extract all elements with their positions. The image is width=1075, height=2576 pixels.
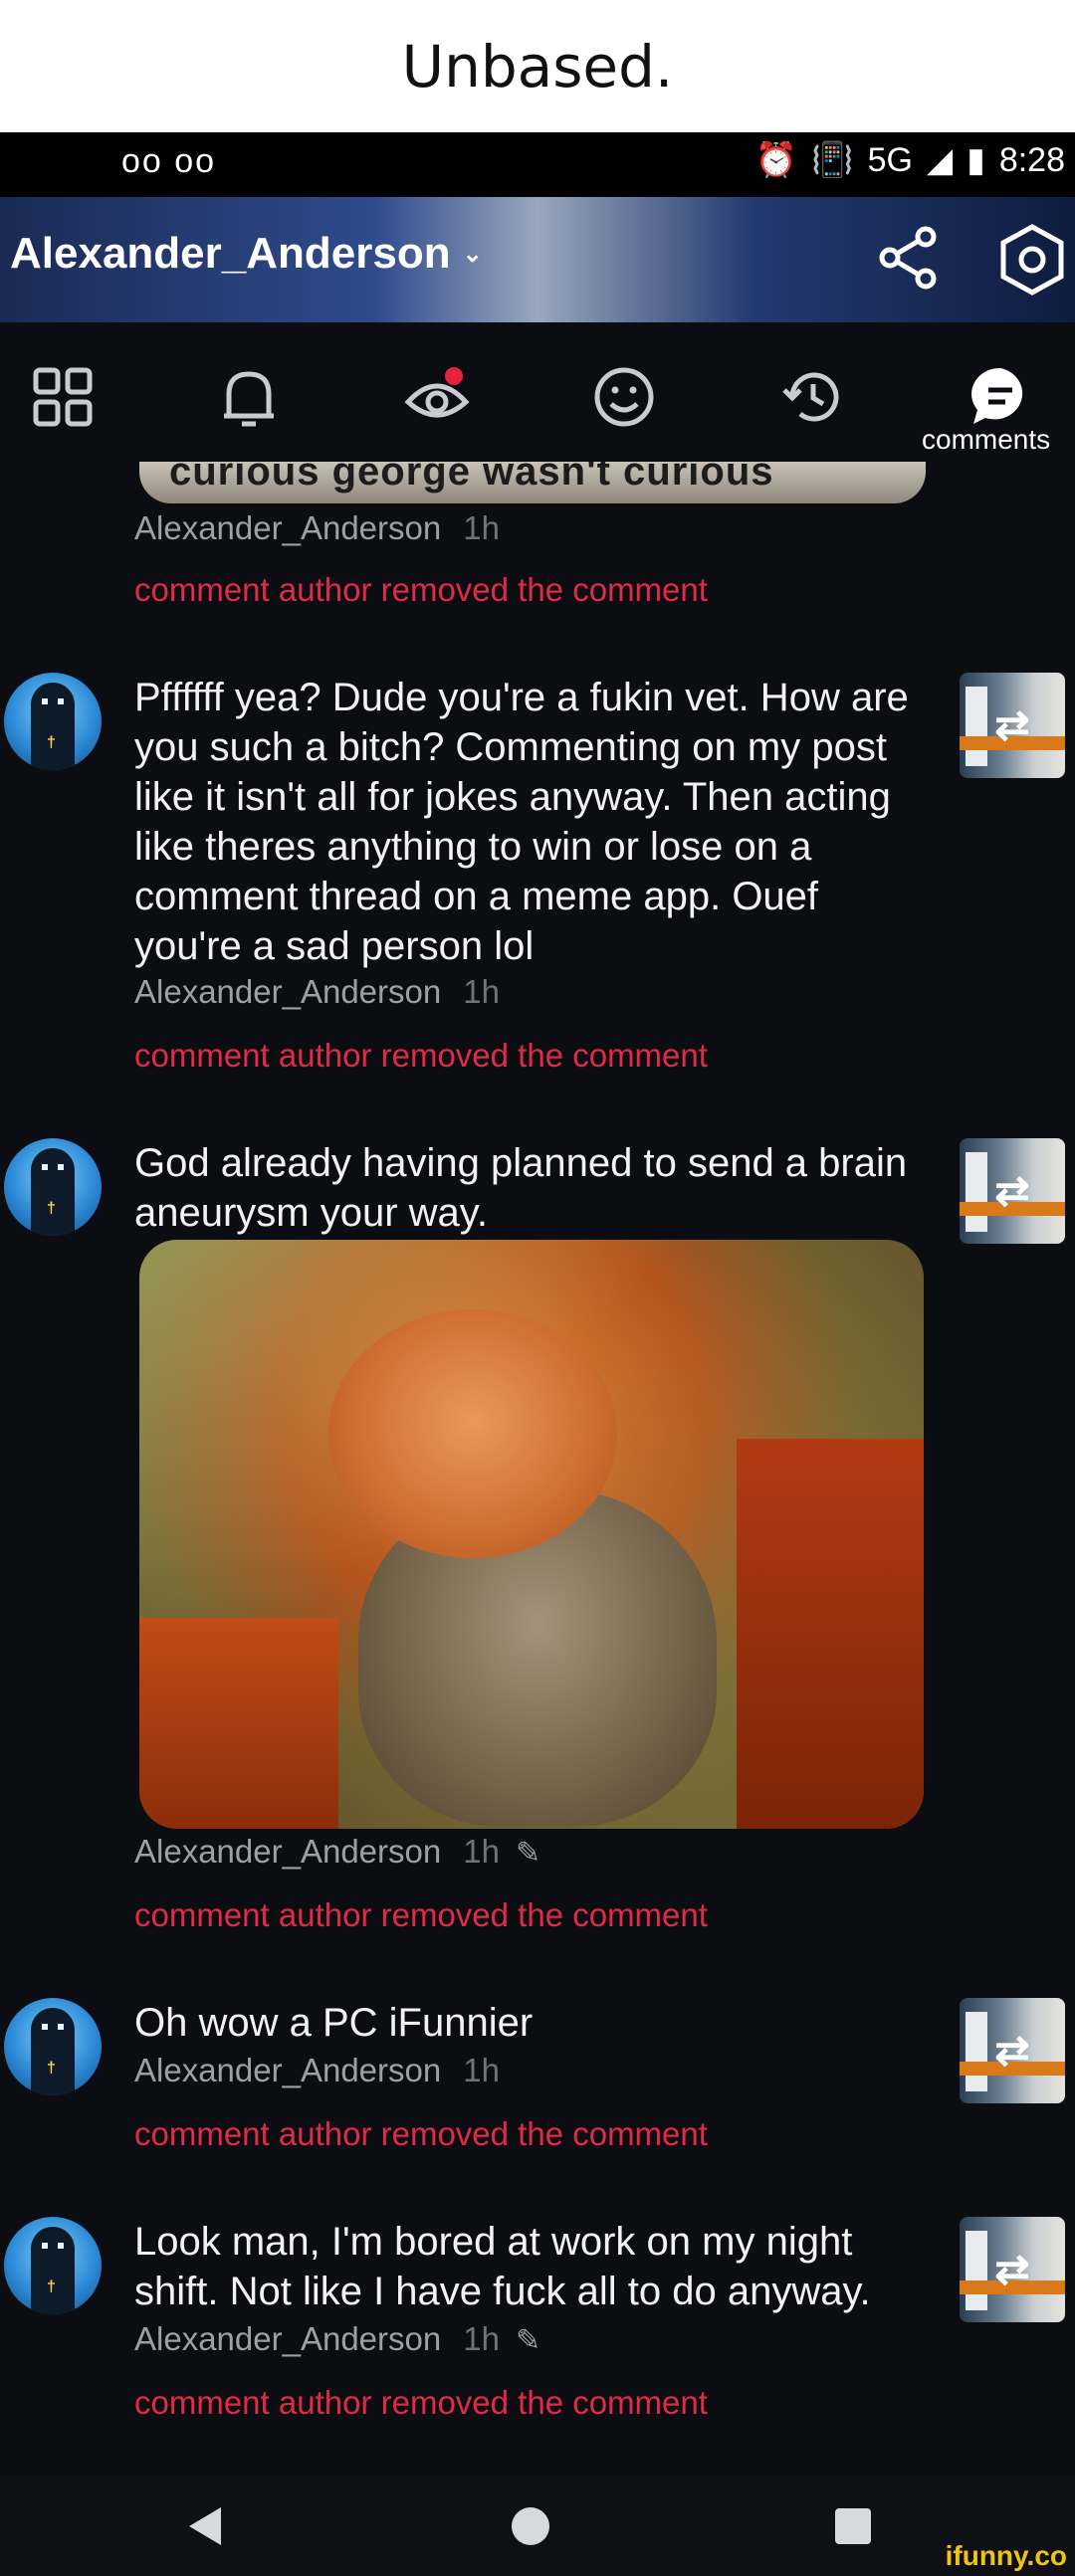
removed-notice: comment author removed the comment xyxy=(134,571,708,608)
home-icon[interactable] xyxy=(506,2501,555,2551)
image-robe xyxy=(139,1618,338,1829)
eye-icon xyxy=(404,367,470,418)
thumbnail-detail xyxy=(966,687,987,766)
avatar[interactable]: † xyxy=(4,1998,102,2095)
comment-time: 1h xyxy=(463,973,500,1010)
comment-text: Look man, I'm bored at work on my night … xyxy=(134,2220,871,2313)
avatar-eyes xyxy=(42,698,64,704)
username-dropdown[interactable]: Alexander_Anderson ⌄ xyxy=(10,229,483,279)
comment-time: 1h xyxy=(463,1833,500,1870)
comment-meta: Alexander_Anderson 1h xyxy=(134,973,500,1011)
clock-time: 8:28 xyxy=(998,140,1065,179)
comment-meta: Alexander_Anderson 1h ✎ xyxy=(134,1833,540,1871)
cross-icon: † xyxy=(47,1200,56,1217)
caption-text: Unbased. xyxy=(401,32,674,100)
repost-icon: ⇄ xyxy=(994,2027,1030,2074)
comment-meta: Alexander_Anderson 1h xyxy=(134,2052,500,2089)
status-right: ⏰ 📳 5G ◢ ▮ 8:28 xyxy=(755,140,1065,180)
ifunny-watermark: ifunny.co xyxy=(937,2536,1075,2576)
comment-time: 1h xyxy=(463,2052,500,2088)
history-icon xyxy=(782,372,839,422)
repost-icon: ⇄ xyxy=(994,701,1030,748)
edited-pencil-icon: ✎ xyxy=(515,2324,541,2357)
tab-bar: comments xyxy=(0,322,1075,462)
chevron-down-icon: ⌄ xyxy=(462,240,483,268)
username-label: Alexander_Anderson xyxy=(10,229,451,278)
avatar-eyes xyxy=(42,2024,64,2030)
grid-icon xyxy=(33,367,93,427)
meme-caption: Unbased. xyxy=(0,0,1075,132)
post-thumbnail[interactable]: ⇄ xyxy=(960,673,1065,778)
avatar-eyes xyxy=(42,2243,64,2249)
repost-icon: ⇄ xyxy=(994,2246,1030,2292)
comment-text: Oh wow a PC iFunnier xyxy=(134,2001,534,2045)
comments-list: curious george wasn't curious anymore Al… xyxy=(0,462,1075,2477)
signal-icon: ◢ xyxy=(926,141,954,179)
post-thumbnail[interactable]: ⇄ xyxy=(960,2217,1065,2322)
share-icon[interactable] xyxy=(874,223,944,293)
thumbnail-detail xyxy=(966,2012,987,2091)
alarm-icon: ⏰ xyxy=(754,141,798,179)
network-label: 5G xyxy=(867,140,913,179)
comment-text: God already having planned to send a bra… xyxy=(134,1141,908,1235)
post-thumbnail[interactable]: ⇄ xyxy=(960,1138,1065,1244)
comment-image[interactable] xyxy=(139,1240,924,1829)
cross-icon: † xyxy=(47,2060,56,2077)
comment-author[interactable]: Alexander_Anderson xyxy=(134,1833,441,1870)
comments-icon xyxy=(971,367,1023,424)
status-bar: oo oo ⏰ 📳 5G ◢ ▮ 8:28 xyxy=(0,132,1075,197)
removed-notice: comment author removed the comment xyxy=(134,2384,708,2421)
comment-text: Pffffff yea? Dude you're a fukin vet. Ho… xyxy=(134,676,909,968)
thumbnail-detail xyxy=(966,2231,987,2310)
smiley-icon xyxy=(594,367,654,427)
removed-notice: comment author removed the comment xyxy=(134,1037,708,1074)
removed-notice: comment author removed the comment xyxy=(134,1896,708,1933)
avatar-figure xyxy=(31,2227,75,2314)
repost-icon: ⇄ xyxy=(994,1167,1030,1214)
avatar-figure xyxy=(31,2008,75,2095)
tab-views[interactable] xyxy=(402,362,472,432)
system-nav-bar: ifunny.co xyxy=(0,2477,1075,2576)
tab-comments[interactable] xyxy=(966,362,1035,432)
recents-icon[interactable] xyxy=(828,2501,878,2551)
removed-notice: comment author removed the comment xyxy=(134,2115,708,2152)
tab-notifications[interactable] xyxy=(214,362,284,432)
avatar-figure xyxy=(31,683,75,770)
comment-meta: Alexander_Anderson 1h ✎ xyxy=(134,2320,540,2358)
profile-header: Alexander_Anderson ⌄ xyxy=(0,197,1075,322)
battery-icon: ▮ xyxy=(967,141,985,179)
tab-comments-label: comments xyxy=(922,424,1051,455)
thumbnail-detail xyxy=(966,1152,987,1232)
back-icon[interactable] xyxy=(181,2501,231,2551)
image-face xyxy=(328,1309,617,1558)
avatar-eyes xyxy=(42,1164,64,1170)
image-robe xyxy=(737,1439,924,1829)
comment-author[interactable]: Alexander_Anderson xyxy=(134,2320,441,2357)
cropped-meme-caption: curious george wasn't curious anymore xyxy=(169,462,774,503)
comment-author[interactable]: Alexander_Anderson xyxy=(134,2052,441,2088)
comment-meta: Alexander_Anderson 1h xyxy=(134,509,500,547)
comment-time: 1h xyxy=(463,509,500,546)
comment-time: 1h xyxy=(463,2320,500,2357)
settings-gear-icon[interactable] xyxy=(995,223,1069,297)
avatar[interactable]: † xyxy=(4,2217,102,2314)
tab-grid[interactable] xyxy=(28,362,98,432)
avatar-figure xyxy=(31,1148,75,1236)
voicemail-icon: oo oo xyxy=(121,142,217,180)
avatar[interactable]: † xyxy=(4,673,102,770)
cross-icon: † xyxy=(47,2279,56,2295)
comment-author[interactable]: Alexander_Anderson xyxy=(134,973,441,1010)
post-thumbnail[interactable]: ⇄ xyxy=(960,1998,1065,2103)
comment-author[interactable]: Alexander_Anderson xyxy=(134,509,441,546)
cross-icon: † xyxy=(47,734,56,751)
tab-history[interactable] xyxy=(778,362,848,432)
tab-reactions[interactable] xyxy=(589,362,659,432)
avatar[interactable]: † xyxy=(4,1138,102,1236)
cropped-meme-image[interactable]: curious george wasn't curious anymore xyxy=(139,462,926,503)
vibrate-icon: 📳 xyxy=(811,141,854,179)
edited-pencil-icon: ✎ xyxy=(515,1837,541,1870)
bell-icon xyxy=(224,371,274,427)
